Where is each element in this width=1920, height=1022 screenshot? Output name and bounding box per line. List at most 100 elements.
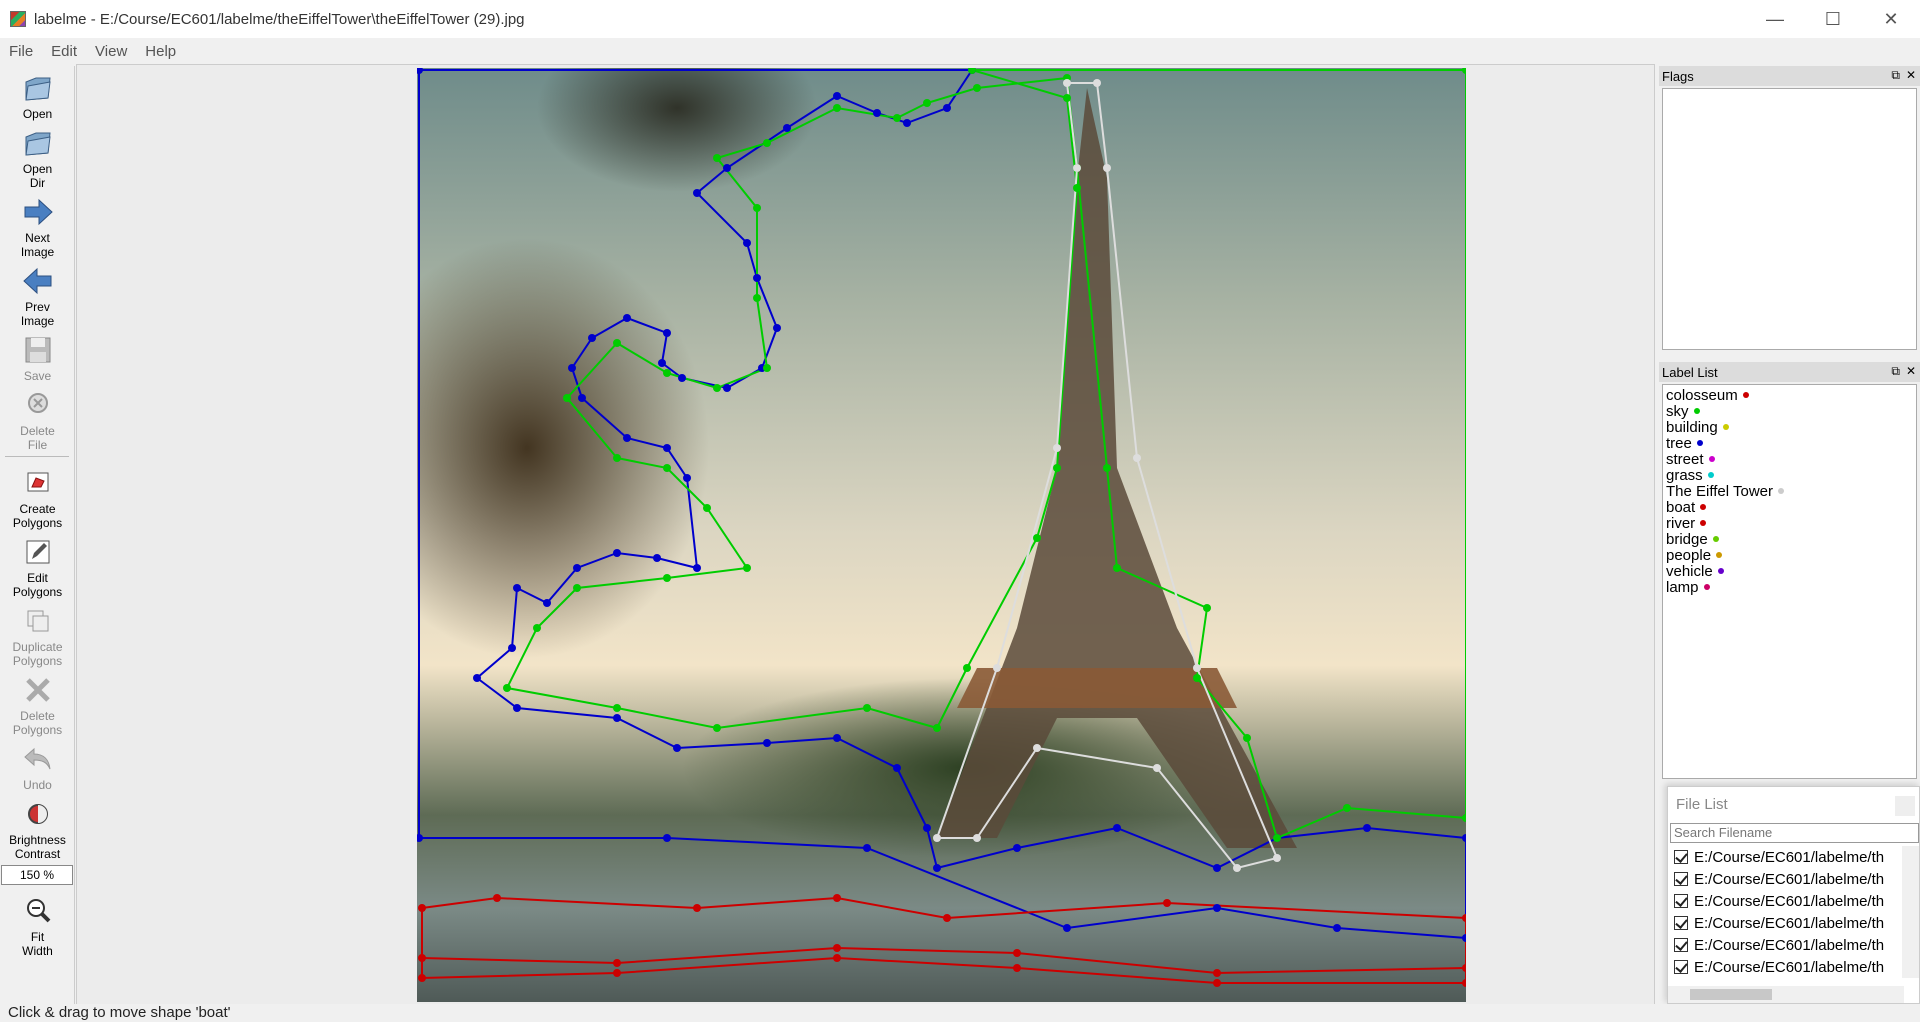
file-checkbox[interactable] — [1674, 960, 1688, 974]
polygon-vertex[interactable] — [1363, 824, 1371, 832]
polygon-vertex[interactable] — [613, 339, 621, 347]
polygon-vertex[interactable] — [568, 364, 576, 372]
duplicate-polygons-button[interactable]: Duplicate Polygons — [0, 599, 75, 668]
polygon-vertex[interactable] — [613, 959, 621, 967]
polygon-vertex[interactable] — [1273, 834, 1281, 842]
file-list-item[interactable]: E:/Course/EC601/labelme/th — [1668, 846, 1902, 868]
polygon-vertex[interactable] — [418, 904, 426, 912]
polygon-vertex[interactable] — [493, 894, 501, 902]
polygon-vertex[interactable] — [933, 724, 941, 732]
label-item[interactable]: vehicle — [1663, 563, 1916, 580]
menu-edit[interactable]: Edit — [42, 43, 86, 60]
polygon-vertex[interactable] — [743, 239, 751, 247]
polygon-vertex[interactable] — [1153, 764, 1161, 772]
polygon-vertex[interactable] — [713, 384, 721, 392]
polygon-vertex[interactable] — [753, 294, 761, 302]
polygon-vertex[interactable] — [903, 119, 911, 127]
polygon-vertex[interactable] — [573, 584, 581, 592]
annotated-image[interactable] — [417, 68, 1466, 1002]
polygon-vertex[interactable] — [1213, 864, 1221, 872]
minimize-button[interactable]: — — [1746, 0, 1804, 38]
file-checkbox[interactable] — [1674, 894, 1688, 908]
close-icon[interactable]: ✕ — [1906, 68, 1916, 83]
polygon-vertex[interactable] — [663, 574, 671, 582]
close-button[interactable]: ✕ — [1862, 0, 1920, 38]
polygon-vertex[interactable] — [1203, 604, 1211, 612]
label-item[interactable]: bridge — [1663, 531, 1916, 548]
zoom-input[interactable]: 150 % — [1, 865, 73, 885]
polygon-vertex[interactable] — [417, 68, 423, 74]
polygon-vertex[interactable] — [1053, 444, 1061, 452]
polygon-vertex[interactable] — [1213, 904, 1221, 912]
polygon-vertex[interactable] — [1193, 664, 1201, 672]
label-item[interactable]: river — [1663, 515, 1916, 532]
polygon-vertex[interactable] — [1462, 979, 1466, 987]
polygon-vertex[interactable] — [1193, 674, 1201, 682]
polygon-vertex[interactable] — [1113, 824, 1121, 832]
polygon-vertex[interactable] — [663, 464, 671, 472]
polygon-vertex[interactable] — [933, 834, 941, 842]
polygon-vertex[interactable] — [863, 704, 871, 712]
polygon-vertex[interactable] — [513, 584, 521, 592]
polygon-vertex[interactable] — [923, 824, 931, 832]
polygon-vertex[interactable] — [1013, 844, 1021, 852]
polygon-vertex[interactable] — [663, 444, 671, 452]
polygon-vertex[interactable] — [417, 834, 423, 842]
polygon-vertex[interactable] — [1213, 979, 1221, 987]
polygon-vertex[interactable] — [418, 974, 426, 982]
polygon-vertex[interactable] — [1063, 79, 1071, 87]
polygon-vertex[interactable] — [588, 334, 596, 342]
polygon-vertex[interactable] — [1063, 924, 1071, 932]
file-search-input[interactable]: Search Filename — [1670, 823, 1919, 843]
polygon-vertex[interactable] — [783, 124, 791, 132]
polygon-vertex[interactable] — [833, 92, 841, 100]
file-list-item[interactable]: E:/Course/EC601/labelme/th — [1668, 956, 1902, 978]
polygon-vertex[interactable] — [723, 384, 731, 392]
polygon-vertex[interactable] — [513, 704, 521, 712]
open-dir-button[interactable]: Open Dir — [0, 121, 75, 190]
polygon-vertex[interactable] — [1462, 834, 1466, 842]
polygon-vertex[interactable] — [833, 894, 841, 902]
polygon-vertex[interactable] — [753, 204, 761, 212]
polygon-vertex[interactable] — [1013, 949, 1021, 957]
polygon-vertex[interactable] — [1093, 79, 1101, 87]
label-list[interactable]: colosseum sky building tree street grass The E… — [1662, 384, 1917, 779]
polygon-vertex[interactable] — [573, 564, 581, 572]
file-checkbox[interactable] — [1674, 938, 1688, 952]
polygon-vertex[interactable] — [1462, 934, 1466, 942]
menu-help[interactable]: Help — [136, 43, 185, 60]
polygon-vertex[interactable] — [993, 664, 1001, 672]
polygon-vertex[interactable] — [653, 554, 661, 562]
polygon-vertex[interactable] — [893, 764, 901, 772]
polygon-vertex[interactable] — [543, 599, 551, 607]
polygon-vertex[interactable] — [1013, 964, 1021, 972]
label-item[interactable]: grass — [1663, 467, 1916, 484]
polygon-vertex[interactable] — [503, 684, 511, 692]
undo-button[interactable]: Undo — [0, 737, 75, 792]
polygon-vertex[interactable] — [623, 314, 631, 322]
polygon-vertex[interactable] — [418, 954, 426, 962]
brightness-contrast-button[interactable]: Brightness Contrast — [0, 792, 75, 861]
polygon-vertex[interactable] — [1113, 564, 1121, 572]
polygon-vertex[interactable] — [1462, 814, 1466, 822]
polygon-vertex[interactable] — [713, 724, 721, 732]
polygon-vertex[interactable] — [613, 549, 621, 557]
polygon-vertex[interactable] — [723, 164, 731, 172]
polygon-vertex[interactable] — [943, 914, 951, 922]
polygon-vertex[interactable] — [663, 369, 671, 377]
polygon-vertex[interactable] — [1333, 924, 1341, 932]
float-icon[interactable]: ⧉ — [1891, 68, 1900, 83]
polygon-vertex[interactable] — [1343, 804, 1351, 812]
polygon-vertex[interactable] — [508, 644, 516, 652]
file-list-item[interactable]: E:/Course/EC601/labelme/th — [1668, 934, 1902, 956]
polygon-vertex[interactable] — [673, 744, 681, 752]
polygon-vertex[interactable] — [1462, 914, 1466, 922]
canvas-area[interactable] — [76, 64, 1655, 1005]
polygon-vertex[interactable] — [703, 504, 711, 512]
file-list-item[interactable]: E:/Course/EC601/labelme/th — [1668, 912, 1902, 934]
polygon-vertex[interactable] — [763, 139, 771, 147]
polygon-vertex[interactable] — [863, 844, 871, 852]
polygon-vertex[interactable] — [833, 734, 841, 742]
label-item[interactable]: street — [1663, 451, 1916, 468]
polygon-vertex[interactable] — [578, 394, 586, 402]
